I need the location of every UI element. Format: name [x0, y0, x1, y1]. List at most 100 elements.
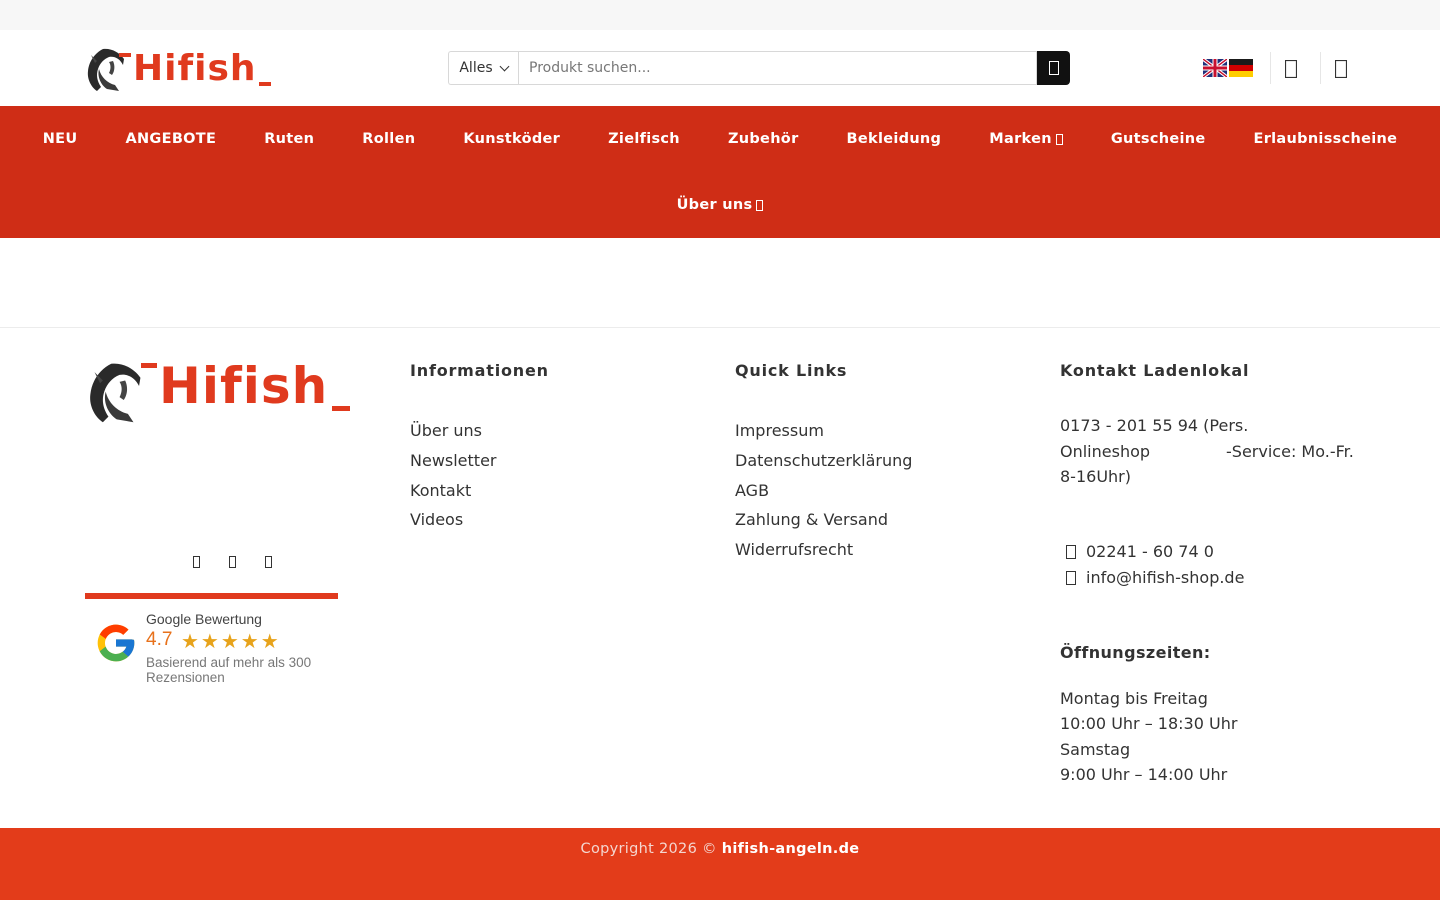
hours-line: Montag bis Freitag [1060, 688, 1208, 708]
nav-item-marken[interactable]: Marken [965, 131, 1087, 147]
search-button[interactable] [1037, 51, 1070, 85]
nav-item-zielfisch[interactable]: Zielfisch [584, 131, 704, 147]
nav-item-gutscheine[interactable]: Gutscheine [1087, 131, 1230, 147]
nav-label: Ruten [264, 131, 315, 147]
copyright-site-link[interactable]: hifish-angeln.de [722, 841, 860, 857]
hours-line: 10:00 Uhr – 18:30 Uhr [1060, 714, 1238, 733]
nav-item-kunstkoeder[interactable]: Kunstköder [439, 131, 584, 147]
nav-item-ruten[interactable]: Ruten [240, 131, 338, 147]
google-rating-value: 4.7 [146, 629, 173, 650]
logo-wordmark: Hifish [140, 357, 351, 415]
footer-link-zahlung-versand[interactable]: Zahlung & Versand [735, 505, 912, 535]
phone-icon [1066, 544, 1076, 559]
footer-heading: Informationen [410, 361, 549, 380]
instagram-icon[interactable] [223, 552, 241, 572]
footer-link-newsletter[interactable]: Newsletter [410, 446, 549, 476]
nav-row-1: NEU ANGEBOTE Ruten Rollen Kunstköder Zie… [0, 106, 1440, 172]
google-rating-badge[interactable]: Google Bewertung 4.7 ★★★★★ Basierend auf… [85, 593, 338, 688]
account-button[interactable] [1282, 58, 1300, 80]
fish-logo-icon [90, 363, 141, 423]
logo-wordmark: Hifish [119, 48, 271, 89]
copyright-prefix: Copyright 2026 © [580, 841, 717, 857]
footer-link-datenschutz[interactable]: Datenschutzerklärung [735, 446, 912, 476]
main-navigation: NEU ANGEBOTE Ruten Rollen Kunstköder Zie… [0, 106, 1440, 238]
footer-link-list: Über uns Newsletter Kontakt Videos [410, 416, 549, 535]
opening-hours-title: Öffnungszeiten: [1060, 642, 1211, 662]
footer-column-informationen: Informationen Über uns Newsletter Kontak… [410, 361, 549, 535]
phone-number: 02241 - 60 74 0 [1086, 541, 1214, 561]
google-rating-description: Basierend auf mehr als 300 Rezensionen [146, 655, 312, 685]
google-g-icon [97, 624, 135, 662]
de-flag-icon[interactable] [1229, 59, 1253, 77]
social-links [187, 552, 277, 572]
email-address: info@hifish-shop.de [1086, 567, 1245, 587]
header-divider [1320, 52, 1321, 84]
star-rating-icons: ★★★★★ [181, 629, 281, 653]
product-search: Alles [448, 51, 1070, 85]
search-category-label: Alles [459, 60, 493, 76]
hotline-line: 0173 - 201 55 94 (Pers. [1060, 416, 1249, 435]
nav-item-bekleidung[interactable]: Bekleidung [823, 131, 966, 147]
dropdown-arrow-icon [1055, 133, 1063, 145]
search-icon [1048, 61, 1059, 75]
footer-link-impressum[interactable]: Impressum [735, 416, 912, 446]
nav-label: Erlaubnisscheine [1253, 131, 1398, 147]
contact-details: 02241 - 60 74 0 info@hifish-shop.de [1060, 539, 1380, 591]
nav-item-rollen[interactable]: Rollen [338, 131, 439, 147]
envelope-icon [1066, 570, 1076, 585]
nav-item-ueber-uns[interactable]: Über uns [653, 197, 788, 213]
nav-label: NEU [42, 131, 78, 147]
hotline-line: Onlineshop -Service: Mo.-Fr. [1060, 439, 1380, 465]
footer-link-videos[interactable]: Videos [410, 505, 549, 535]
copyright-bar: Copyright 2026 © hifish-angeln.de [0, 828, 1440, 900]
service-hotline-text: 0173 - 201 55 94 (Pers. Onlineshop -Servi… [1060, 413, 1380, 490]
hotline-fragment: -Service: Mo.-Fr. [1226, 441, 1354, 461]
footer-link-list: Impressum Datenschutzerklärung AGB Zahlu… [735, 416, 912, 565]
nav-label: Marken [989, 131, 1052, 147]
site-footer: Hifish Google Bewertung 4.7 ★★★★★ Basier… [0, 329, 1440, 828]
nav-label: Gutscheine [1110, 131, 1206, 147]
footer-link-kontakt[interactable]: Kontakt [410, 476, 549, 506]
dropdown-arrow-icon [756, 199, 764, 211]
search-input[interactable] [518, 51, 1037, 85]
footer-column-kontakt: Kontakt Ladenlokal 0173 - 201 55 94 (Per… [1060, 361, 1380, 788]
nav-item-erlaubnisscheine[interactable]: Erlaubnisscheine [1230, 131, 1422, 147]
top-bar [0, 0, 1440, 30]
footer-heading: Quick Links [735, 361, 848, 380]
nav-item-neu[interactable]: NEU [19, 131, 102, 147]
nav-label: Über uns [676, 197, 753, 213]
account-icon [1285, 60, 1297, 78]
nav-label: Zubehör [727, 131, 799, 147]
footer-column-quicklinks: Quick Links Impressum Datenschutzerkläru… [735, 361, 912, 565]
email-link[interactable]: info@hifish-shop.de [1060, 565, 1380, 591]
nav-label: Rollen [362, 131, 416, 147]
footer-link-agb[interactable]: AGB [735, 476, 912, 506]
footer-logo[interactable]: Hifish [85, 357, 351, 425]
en-flag-icon[interactable] [1203, 59, 1227, 77]
header-divider [1270, 52, 1271, 84]
nav-item-angebote[interactable]: ANGEBOTE [101, 131, 240, 147]
phone-link[interactable]: 02241 - 60 74 0 [1060, 539, 1380, 565]
google-rating-title: Google Bewertung [146, 611, 262, 627]
opening-hours: Öffnungszeiten: Montag bis Freitag 10:00… [1060, 643, 1380, 788]
nav-item-zubehoer[interactable]: Zubehör [704, 131, 823, 147]
footer-link-widerrufsrecht[interactable]: Widerrufsrecht [735, 535, 912, 565]
youtube-icon[interactable] [259, 552, 277, 572]
nav-label: Kunstköder [463, 131, 561, 147]
site-logo[interactable]: Hifish [85, 43, 271, 93]
facebook-icon[interactable] [187, 552, 205, 572]
nav-label: Bekleidung [846, 131, 942, 147]
page-content [0, 238, 1440, 328]
nav-label: ANGEBOTE [125, 131, 217, 147]
language-switcher [1203, 59, 1253, 77]
hotline-line: 8-16Uhr) [1060, 467, 1131, 486]
nav-label: Zielfisch [608, 131, 680, 147]
copyright-text: Copyright 2026 © hifish-angeln.de [0, 841, 1440, 857]
footer-link-ueber-uns[interactable]: Über uns [410, 416, 549, 446]
cart-button[interactable] [1332, 58, 1350, 80]
nav-row-2: Über uns [0, 172, 1440, 238]
hotline-fragment: Onlineshop [1060, 441, 1151, 461]
chevron-down-icon [499, 61, 510, 71]
search-category-select[interactable]: Alles [448, 51, 518, 85]
site-header: Hifish Alles [0, 30, 1440, 106]
